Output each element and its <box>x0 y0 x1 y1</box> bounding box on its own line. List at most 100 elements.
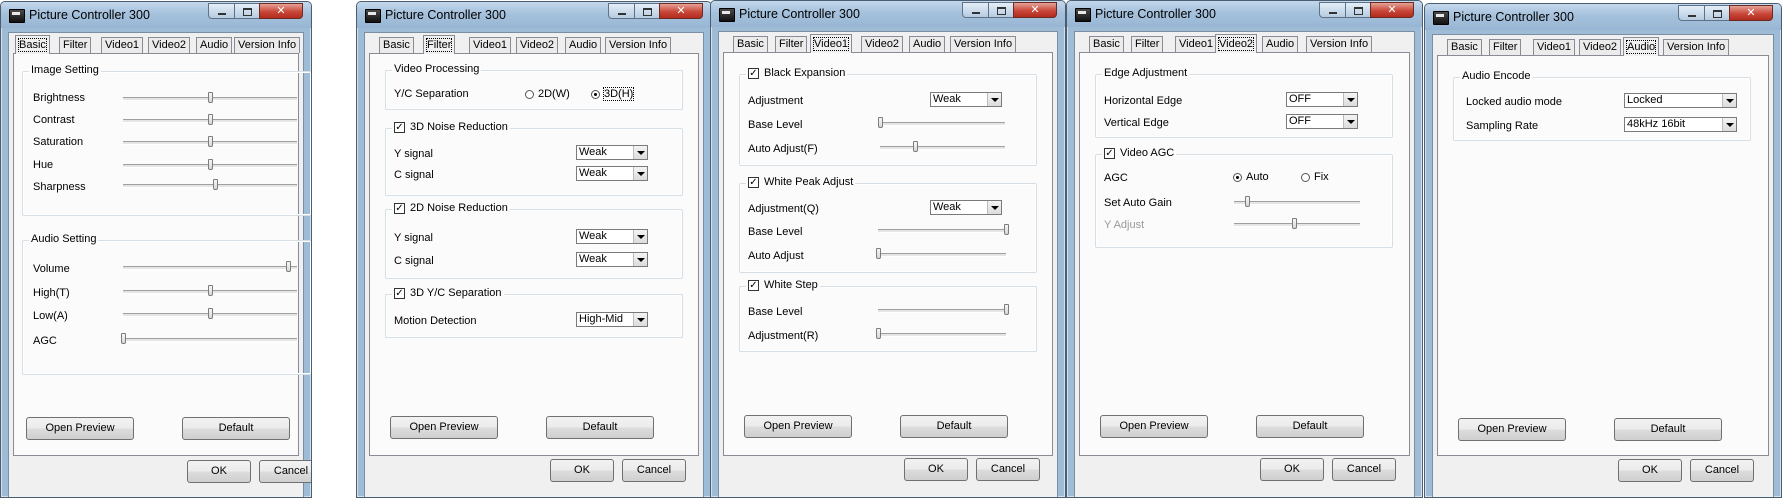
c-signal-dropdown[interactable]: Weak <box>576 166 648 181</box>
sharpness-slider[interactable] <box>123 179 297 191</box>
tab-basic[interactable]: Basic <box>733 36 768 52</box>
default-button[interactable]: Default <box>1256 415 1364 438</box>
default-button[interactable]: Default <box>546 416 654 439</box>
tab-version-info[interactable]: Version Info <box>1663 39 1730 55</box>
cancel-button[interactable]: Cancel <box>259 460 311 483</box>
cancel-button[interactable]: Cancel <box>976 458 1040 481</box>
auto-adjust-slider[interactable] <box>880 141 1005 153</box>
chevron-down-icon[interactable] <box>987 93 1001 106</box>
base-level-slider[interactable] <box>878 117 1005 129</box>
tab-video1[interactable]: Video1 <box>469 37 512 53</box>
minimize-button[interactable] <box>1678 5 1704 21</box>
tab-audio[interactable]: Audio <box>1262 36 1299 52</box>
adjustment-r-slider[interactable] <box>876 328 1006 340</box>
saturation-slider[interactable] <box>123 136 297 148</box>
slider-thumb[interactable] <box>208 159 213 170</box>
agc-slider[interactable] <box>121 333 297 345</box>
tab-video2[interactable]: Video2 <box>516 37 559 53</box>
c-signal-dropdown[interactable]: Weak <box>576 252 648 267</box>
default-button[interactable]: Default <box>900 415 1008 438</box>
tab-audio[interactable]: Audio <box>1623 37 1660 56</box>
ok-button[interactable]: OK <box>187 460 251 483</box>
tab-video2[interactable]: Video2 <box>1579 39 1622 55</box>
close-button[interactable] <box>259 3 303 19</box>
open-preview-button[interactable]: Open Preview <box>744 415 852 438</box>
tab-filter[interactable]: Filter <box>775 36 808 52</box>
slider-thumb[interactable] <box>208 114 213 125</box>
slider-thumb[interactable] <box>213 179 219 190</box>
tab-video1[interactable]: Video1 <box>101 37 144 53</box>
slider-thumb[interactable] <box>286 261 292 272</box>
slider-thumb[interactable] <box>208 92 213 103</box>
tab-video2[interactable]: Video2 <box>1215 34 1258 53</box>
slider-thumb[interactable] <box>1244 196 1250 207</box>
minimize-button[interactable] <box>208 3 234 19</box>
minimize-button[interactable] <box>962 2 988 18</box>
slider-thumb[interactable] <box>913 141 918 152</box>
radio-fix[interactable]: Fix <box>1301 171 1329 183</box>
default-button[interactable]: Default <box>1614 418 1722 441</box>
close-button[interactable] <box>1013 2 1057 18</box>
adjustment-q-dropdown[interactable]: Weak <box>930 200 1002 215</box>
group-title[interactable]: ✓ White Step <box>746 279 820 291</box>
base-level-slider[interactable] <box>878 224 1009 236</box>
locked-audio-mode-dropdown[interactable]: Locked <box>1624 93 1737 108</box>
tab-video1[interactable]: Video1 <box>1175 36 1218 52</box>
minimize-button[interactable] <box>608 3 634 19</box>
high-slider[interactable] <box>123 285 297 297</box>
chevron-down-icon[interactable] <box>633 146 647 159</box>
black-expansion-checkbox[interactable]: ✓ <box>748 67 759 79</box>
low-slider[interactable] <box>123 308 297 320</box>
chevron-down-icon[interactable] <box>1722 118 1736 131</box>
chevron-down-icon[interactable] <box>633 313 647 326</box>
contrast-slider[interactable] <box>123 114 297 126</box>
hue-slider[interactable] <box>123 159 297 171</box>
chevron-down-icon[interactable] <box>1722 94 1736 107</box>
slider-thumb[interactable] <box>876 328 881 339</box>
title-bar[interactable]: Picture Controller 300 <box>1 2 311 28</box>
close-button[interactable] <box>1729 5 1773 21</box>
open-preview-button[interactable]: Open Preview <box>1100 415 1208 438</box>
maximize-button[interactable] <box>1345 2 1370 18</box>
title-bar[interactable]: Picture Controller 300 <box>711 1 1065 27</box>
ok-button[interactable]: OK <box>1260 458 1324 481</box>
y-signal-dropdown[interactable]: Weak <box>576 229 648 244</box>
title-bar[interactable]: Picture Controller 300 <box>1425 4 1781 30</box>
title-bar[interactable]: Picture Controller 300 <box>1067 1 1422 27</box>
tab-version-info[interactable]: Version Info <box>950 36 1017 52</box>
maximize-button[interactable] <box>634 3 659 19</box>
auto-adjust-slider[interactable] <box>876 248 1006 260</box>
tab-basic[interactable]: Basic <box>379 37 414 53</box>
white-step-checkbox[interactable]: ✓ <box>748 279 759 291</box>
tab-version-info[interactable]: Version Info <box>1306 36 1373 52</box>
chevron-down-icon[interactable] <box>1343 115 1357 128</box>
radio-auto[interactable]: Auto <box>1233 171 1269 183</box>
group-title[interactable]: ✓ 2D Noise Reduction <box>392 202 510 214</box>
group-title[interactable]: ✓ Black Expansion <box>746 67 848 79</box>
tab-video2[interactable]: Video2 <box>148 37 191 53</box>
ok-button[interactable]: OK <box>1618 459 1682 482</box>
open-preview-button[interactable]: Open Preview <box>1458 418 1566 441</box>
vertical-edge-dropdown[interactable]: OFF <box>1286 114 1358 129</box>
volume-slider[interactable] <box>123 261 297 273</box>
close-button[interactable] <box>659 3 703 19</box>
group-title[interactable]: ✓ 3D Noise Reduction <box>392 121 510 133</box>
slider-thumb[interactable] <box>208 285 213 296</box>
y-signal-dropdown[interactable]: Weak <box>576 145 648 160</box>
base-level-slider[interactable] <box>878 304 1009 316</box>
default-button[interactable]: Default <box>182 417 290 440</box>
open-preview-button[interactable]: Open Preview <box>26 417 134 440</box>
cancel-button[interactable]: Cancel <box>1332 458 1396 481</box>
cancel-button[interactable]: Cancel <box>622 459 686 482</box>
tab-filter[interactable]: Filter <box>1131 36 1164 52</box>
maximize-button[interactable] <box>988 2 1013 18</box>
close-button[interactable] <box>1370 2 1414 18</box>
white-peak-adjust-checkbox[interactable]: ✓ <box>748 176 759 188</box>
brightness-slider[interactable] <box>123 92 297 104</box>
sampling-rate-dropdown[interactable]: 48kHz 16bit <box>1624 117 1737 132</box>
open-preview-button[interactable]: Open Preview <box>390 416 498 439</box>
maximize-button[interactable] <box>1704 5 1729 21</box>
tab-audio[interactable]: Audio <box>196 37 233 53</box>
chevron-down-icon[interactable] <box>1343 93 1357 106</box>
tab-basic[interactable]: Basic <box>15 35 50 54</box>
